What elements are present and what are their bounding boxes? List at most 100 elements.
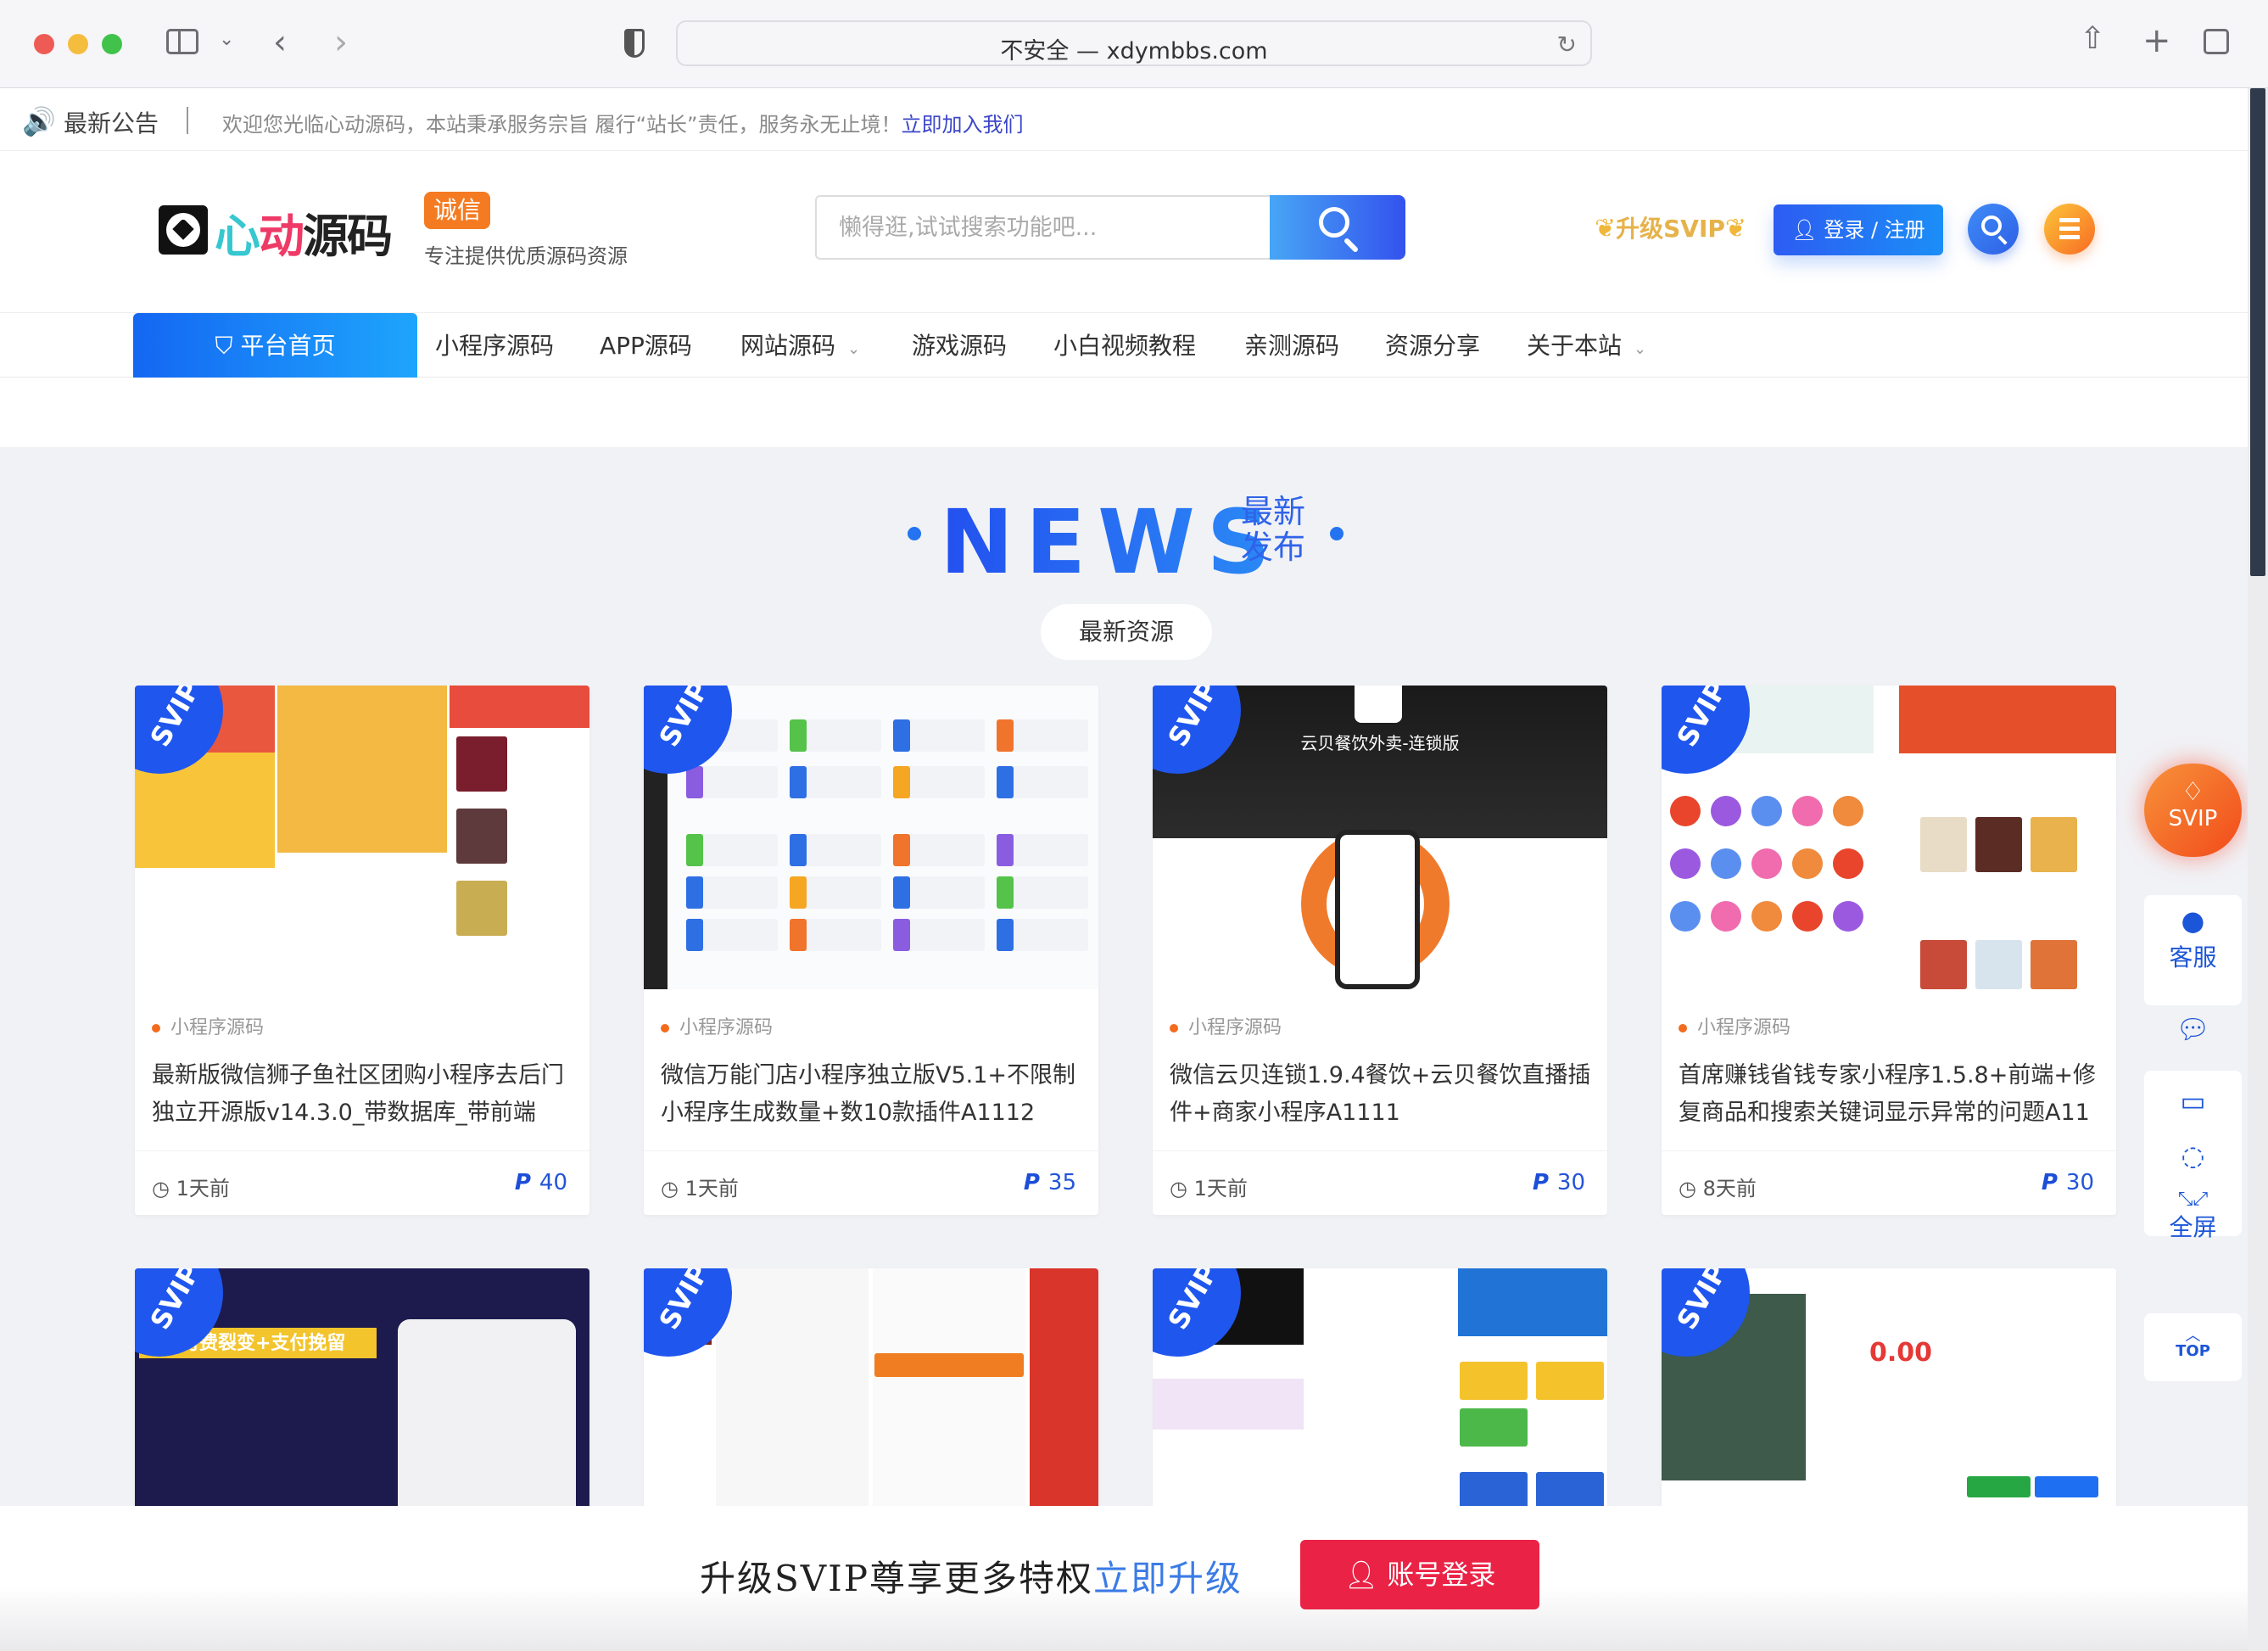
menu-icon-bar [2059, 227, 2080, 231]
thumb-round-icon [1833, 901, 1863, 932]
account-login-button[interactable]: 👤︎ 账号登录 [1300, 1540, 1539, 1609]
card-category[interactable]: 小程序源码 [152, 1012, 264, 1039]
announcement-message: 欢迎您光临心动源码，本站秉承服务宗旨 履行“站长”责任，服务永无止境！立即加入我… [222, 108, 1024, 137]
desktop-button[interactable]: ▭ [2144, 1086, 2242, 1117]
scrollbar-thumb[interactable] [2250, 88, 2265, 576]
back-to-top-button[interactable]: ︿ TOP [2144, 1313, 2242, 1381]
wechat-button[interactable]: 💬︎ [2144, 1014, 2242, 1044]
menu-button[interactable] [2044, 204, 2095, 255]
resource-card[interactable]: SVIP 小程序源码 微信万能门店小程序独立版V5.1+不限制小程序生成数量+数… [644, 686, 1098, 1215]
thumb-app-tile [997, 919, 1088, 951]
card-thumbnail[interactable]: SVIP [644, 1268, 1098, 1523]
nav-item-games[interactable]: 游戏源码 [912, 313, 1007, 378]
zoom-window-button[interactable] [102, 34, 122, 54]
card-footer: ◷ 8天前 P 30 [1662, 1150, 2116, 1215]
monitor-icon: ▭ [2180, 1085, 2206, 1117]
card-thumbnail[interactable]: 云贝餐饮外卖-连锁版 SVIP [1153, 686, 1607, 989]
minimize-window-button[interactable] [68, 34, 88, 54]
card-thumbnail[interactable]: SVIP [1662, 686, 2116, 989]
resource-card[interactable]: 精准付费裂变+支付挽留 SVIP [135, 1268, 589, 1523]
resource-card[interactable]: SVIP [1153, 1268, 1607, 1523]
card-title[interactable]: 微信万能门店小程序独立版V5.1+不限制小程序生成数量+数10款插件A1112 [661, 1057, 1085, 1132]
nav-item-mini-program[interactable]: 小程序源码 [435, 313, 554, 378]
thumb-banner [1899, 686, 2116, 753]
tabs-overview-icon[interactable] [2204, 29, 2229, 54]
svip-float-button[interactable]: ♢ SVIP [2144, 764, 2242, 857]
menu-icon [2059, 218, 2080, 222]
card-title[interactable]: 首席赚钱省钱专家小程序1.5.8+前端+修复商品和搜索关键词显示异常的问题A11 [1679, 1057, 2103, 1132]
resource-card[interactable]: SVIP 小程序源码 首席赚钱省钱专家小程序1.5.8+前端+修复商品和搜索关键… [1662, 686, 2116, 1215]
top-item[interactable]: ︿ TOP [2144, 1329, 2242, 1361]
close-window-button[interactable] [34, 34, 54, 54]
card-thumbnail[interactable]: 0.00 SVIP [1662, 1268, 2116, 1523]
chevron-down-icon[interactable]: ⌄ [219, 31, 234, 49]
resource-card[interactable]: SVIP [644, 1268, 1098, 1523]
card-thumbnail[interactable]: SVIP [644, 686, 1098, 989]
card-time-text: 1天前 [684, 1177, 739, 1200]
forward-icon[interactable]: › [334, 25, 348, 59]
resource-card[interactable]: SVIP 小程序源码 最新版微信狮子鱼社区团购小程序去后门独立开源版v14.3.… [135, 686, 589, 1215]
login-register-button[interactable]: 👤︎ 登录 / 注册 [1774, 204, 1943, 255]
thumb-app-tile [997, 766, 1088, 798]
nav-home[interactable]: ⛉ 平台首页 [133, 313, 417, 378]
card-price-value: 35 [1047, 1170, 1076, 1195]
share-icon[interactable]: ⇧ [2080, 24, 2105, 54]
resource-card[interactable]: 云贝餐饮外卖-连锁版 SVIP 小程序源码 微信云贝连锁1.9.4餐饮+云贝餐饮… [1153, 686, 1607, 1215]
card-time: ◷ 1天前 [661, 1177, 739, 1200]
join-us-link[interactable]: 立即加入我们 [902, 113, 1024, 137]
thumb-round-icon [1792, 901, 1823, 932]
privacy-shield-icon[interactable] [624, 29, 645, 58]
site-logo[interactable]: 心动源码 [215, 199, 393, 266]
thumb-round-icon [1792, 848, 1823, 879]
nav-item-video-tutorials[interactable]: 小白视频教程 [1053, 313, 1196, 378]
card-thumbnail[interactable]: SVIP [1153, 1268, 1607, 1523]
search-field[interactable] [815, 195, 1271, 260]
nav-label: 关于本站 [1527, 332, 1623, 360]
resource-card[interactable]: 0.00 SVIP [1662, 1268, 2116, 1523]
sidebar-icon[interactable] [166, 29, 198, 54]
thumb-app-tile [686, 834, 778, 866]
card-category[interactable]: 小程序源码 [1170, 1012, 1282, 1039]
nav-item-tested[interactable]: 亲测源码 [1244, 313, 1339, 378]
divider [187, 107, 188, 134]
diamond-icon: ♢ [2181, 777, 2204, 807]
upgrade-now-link[interactable]: 立即升级 [1093, 1558, 1243, 1599]
wing-icon: ❦ [1724, 214, 1747, 243]
card-thumbnail[interactable]: 精准付费裂变+支付挽留 SVIP [135, 1268, 589, 1523]
nav-label: 小程序源码 [435, 332, 555, 360]
round-search-button[interactable] [1968, 204, 2019, 255]
thumb-app-tile [686, 876, 778, 909]
main-navigation: ⛉ 平台首页 小程序源码 APP源码 网站源码 ⌄ 游戏源码 小白视频教程 亲测源… [0, 312, 2248, 378]
card-thumbnail[interactable]: SVIP [135, 686, 589, 989]
card-footer: ◷ 1天前 P 35 [644, 1150, 1098, 1215]
thumb-image [1460, 1408, 1528, 1447]
card-time-text: 1天前 [1193, 1177, 1248, 1200]
card-title[interactable]: 微信云贝连锁1.9.4餐饮+云贝餐饮直播插件+商家小程序A1111 [1170, 1057, 1594, 1132]
nav-item-app[interactable]: APP源码 [600, 313, 692, 378]
logo-icon[interactable] [159, 205, 208, 255]
chevron-down-icon: ⌄ [1634, 340, 1647, 358]
address-bar[interactable]: 不安全 — xdymbbs.com ↻ [676, 20, 1592, 66]
search-input[interactable] [817, 197, 1271, 258]
nav-item-about[interactable]: 关于本站 ⌄ [1527, 313, 1646, 378]
back-icon[interactable]: ‹ [273, 25, 287, 59]
thumb-bar [874, 1353, 1024, 1377]
reload-icon[interactable]: ↻ [1557, 31, 1577, 59]
upgrade-svip-link[interactable]: ❦升级SVIP❦ [1595, 210, 1746, 244]
nav-item-resources[interactable]: 资源分享 [1385, 313, 1480, 378]
search-button[interactable] [1270, 195, 1405, 260]
theme-toggle-button[interactable]: ◌ [2144, 1140, 2242, 1171]
fullscreen-label-wrap[interactable]: 全屏 [2144, 1206, 2242, 1243]
nav-item-website[interactable]: 网站源码 ⌄ [740, 313, 860, 378]
nav-label: 资源分享 [1385, 332, 1481, 360]
thumb-app-tile [893, 766, 985, 798]
contact-box-extension: 💬︎ [2144, 895, 2242, 1065]
thumb-panel [277, 686, 447, 989]
new-tab-icon[interactable]: + [2142, 24, 2171, 58]
card-title[interactable]: 最新版微信狮子鱼社区团购小程序去后门独立开源版v14.3.0_带数据库_带前端 [152, 1057, 576, 1132]
latest-resources-tab[interactable]: 最新资源 [1041, 604, 1212, 660]
thumb-phone [1335, 830, 1420, 989]
card-category[interactable]: 小程序源码 [1679, 1012, 1790, 1039]
speaker-icon: 🔊 [22, 105, 56, 137]
card-category[interactable]: 小程序源码 [661, 1012, 773, 1039]
